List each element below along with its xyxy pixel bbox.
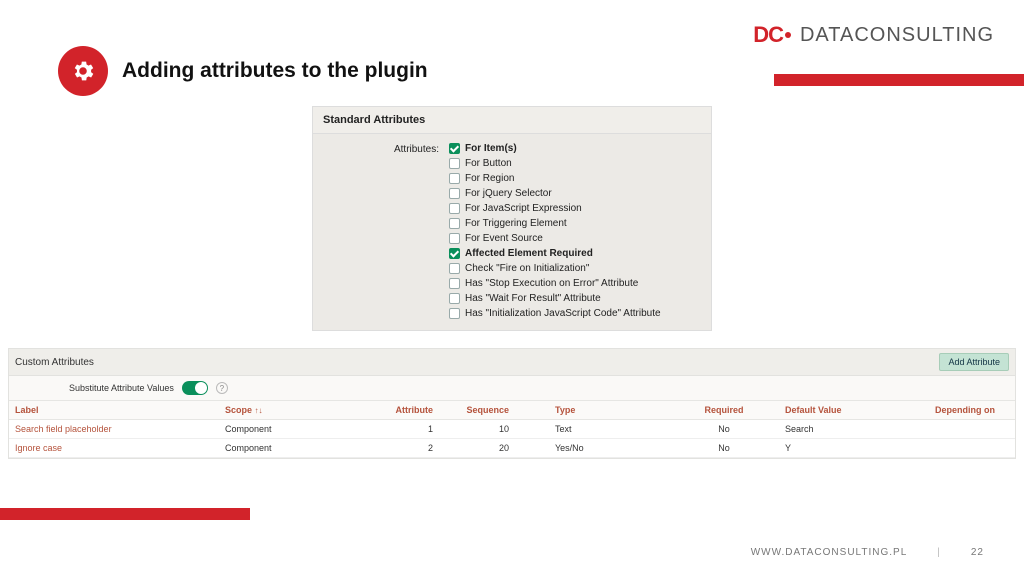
- cell-sequence: 10: [439, 420, 549, 439]
- cell-sequence: 20: [439, 439, 549, 458]
- brand-name: DATACONSULTING: [800, 24, 994, 47]
- col-sequence[interactable]: Sequence: [439, 401, 549, 420]
- cell-default: Y: [779, 439, 929, 458]
- cell-type: Text: [549, 420, 669, 439]
- checkbox-row: Has "Wait For Result" Attribute: [449, 292, 661, 305]
- accent-bar-bottom: [0, 508, 250, 520]
- slide-title: Adding attributes to the plugin: [122, 59, 428, 83]
- checkbox-label: Has "Wait For Result" Attribute: [465, 292, 601, 305]
- brand-logo: DC DATACONSULTING: [753, 22, 994, 48]
- table-row[interactable]: Search field placeholderComponent110Text…: [9, 420, 1015, 439]
- checkbox-row: Has "Initialization JavaScript Code" Att…: [449, 307, 661, 320]
- footer: WWW.DATACONSULTING.PL | 22: [0, 547, 1024, 558]
- decorative-dots: [914, 174, 1024, 334]
- col-depending[interactable]: Depending on: [929, 401, 1015, 420]
- checkbox[interactable]: [449, 278, 460, 289]
- cell-scope: Component: [219, 420, 379, 439]
- col-attribute[interactable]: Attribute: [379, 401, 439, 420]
- attributes-checklist: For Item(s) For Button For Region For jQuer…: [449, 142, 661, 320]
- brand-mark-text: DC: [753, 22, 783, 48]
- checkbox-row: For Event Source: [449, 232, 661, 245]
- checkbox[interactable]: [449, 248, 460, 259]
- col-default[interactable]: Default Value: [779, 401, 929, 420]
- cell-label[interactable]: Search field placeholder: [9, 420, 219, 439]
- info-icon[interactable]: ?: [216, 382, 228, 394]
- page-number: 22: [971, 547, 984, 558]
- checkbox-row: For Button: [449, 157, 661, 170]
- table-row[interactable]: Ignore caseComponent220Yes/NoNoY: [9, 439, 1015, 458]
- substitute-label: Substitute Attribute Values: [69, 383, 174, 393]
- checkbox-label: For jQuery Selector: [465, 187, 552, 200]
- checkbox[interactable]: [449, 203, 460, 214]
- checkbox-row: For jQuery Selector: [449, 187, 661, 200]
- standard-attributes-panel: Standard Attributes Attributes: For Item…: [312, 106, 712, 331]
- checkbox-label: For Region: [465, 172, 514, 185]
- checkbox[interactable]: [449, 173, 460, 184]
- checkbox[interactable]: [449, 218, 460, 229]
- checkbox[interactable]: [449, 158, 460, 169]
- checkbox-label: For Triggering Element: [465, 217, 567, 230]
- checkbox-label: For Event Source: [465, 232, 543, 245]
- slide-title-row: Adding attributes to the plugin: [58, 46, 428, 96]
- col-label[interactable]: Label: [9, 401, 219, 420]
- gears-icon: [58, 46, 108, 96]
- col-scope-text: Scope: [225, 405, 252, 415]
- standard-attributes-header: Standard Attributes: [313, 107, 711, 134]
- checkbox-row: For JavaScript Expression: [449, 202, 661, 215]
- checkbox-row: Check "Fire on Initialization": [449, 262, 661, 275]
- custom-attributes-title: Custom Attributes: [15, 357, 94, 368]
- custom-attributes-table: Label Scope ↑↓ Attribute Sequence Type R…: [9, 400, 1015, 458]
- cell-depending: [929, 439, 1015, 458]
- cell-attribute: 1: [379, 420, 439, 439]
- cell-required: No: [669, 420, 779, 439]
- checkbox[interactable]: [449, 263, 460, 274]
- checkbox-label: Affected Element Required: [465, 247, 593, 260]
- checkbox[interactable]: [449, 233, 460, 244]
- cell-default: Search: [779, 420, 929, 439]
- accent-bar-top: [774, 74, 1024, 86]
- checkbox-label: Has "Initialization JavaScript Code" Att…: [465, 307, 661, 320]
- cell-label[interactable]: Ignore case: [9, 439, 219, 458]
- footer-url: WWW.DATACONSULTING.PL: [751, 547, 908, 558]
- cell-required: No: [669, 439, 779, 458]
- checkbox-row: For Item(s): [449, 142, 661, 155]
- checkbox[interactable]: [449, 143, 460, 154]
- attributes-label: Attributes:: [323, 142, 443, 320]
- substitute-row: Substitute Attribute Values ?: [9, 376, 1015, 400]
- brand-mark: DC: [753, 22, 792, 48]
- cell-scope: Component: [219, 439, 379, 458]
- checkbox-label: For JavaScript Expression: [465, 202, 582, 215]
- col-scope[interactable]: Scope ↑↓: [219, 401, 379, 420]
- cell-type: Yes/No: [549, 439, 669, 458]
- checkbox-row: For Triggering Element: [449, 217, 661, 230]
- substitute-toggle[interactable]: [182, 381, 208, 395]
- add-attribute-button[interactable]: Add Attribute: [939, 353, 1009, 371]
- checkbox-row: Affected Element Required: [449, 247, 661, 260]
- brand-dot-icon: [785, 32, 791, 38]
- checkbox[interactable]: [449, 188, 460, 199]
- checkbox-label: Check "Fire on Initialization": [465, 262, 589, 275]
- checkbox-row: Has "Stop Execution on Error" Attribute: [449, 277, 661, 290]
- cell-attribute: 2: [379, 439, 439, 458]
- checkbox-label: For Button: [465, 157, 512, 170]
- cell-depending: [929, 420, 1015, 439]
- sort-icon: ↑↓: [255, 406, 263, 415]
- checkbox-label: Has "Stop Execution on Error" Attribute: [465, 277, 638, 290]
- col-type[interactable]: Type: [549, 401, 669, 420]
- footer-divider: |: [937, 547, 941, 558]
- checkbox-label: For Item(s): [465, 142, 517, 155]
- checkbox[interactable]: [449, 293, 460, 304]
- checkbox[interactable]: [449, 308, 460, 319]
- custom-attributes-panel: Custom Attributes Add Attribute Substitu…: [8, 348, 1016, 459]
- checkbox-row: For Region: [449, 172, 661, 185]
- col-required[interactable]: Required: [669, 401, 779, 420]
